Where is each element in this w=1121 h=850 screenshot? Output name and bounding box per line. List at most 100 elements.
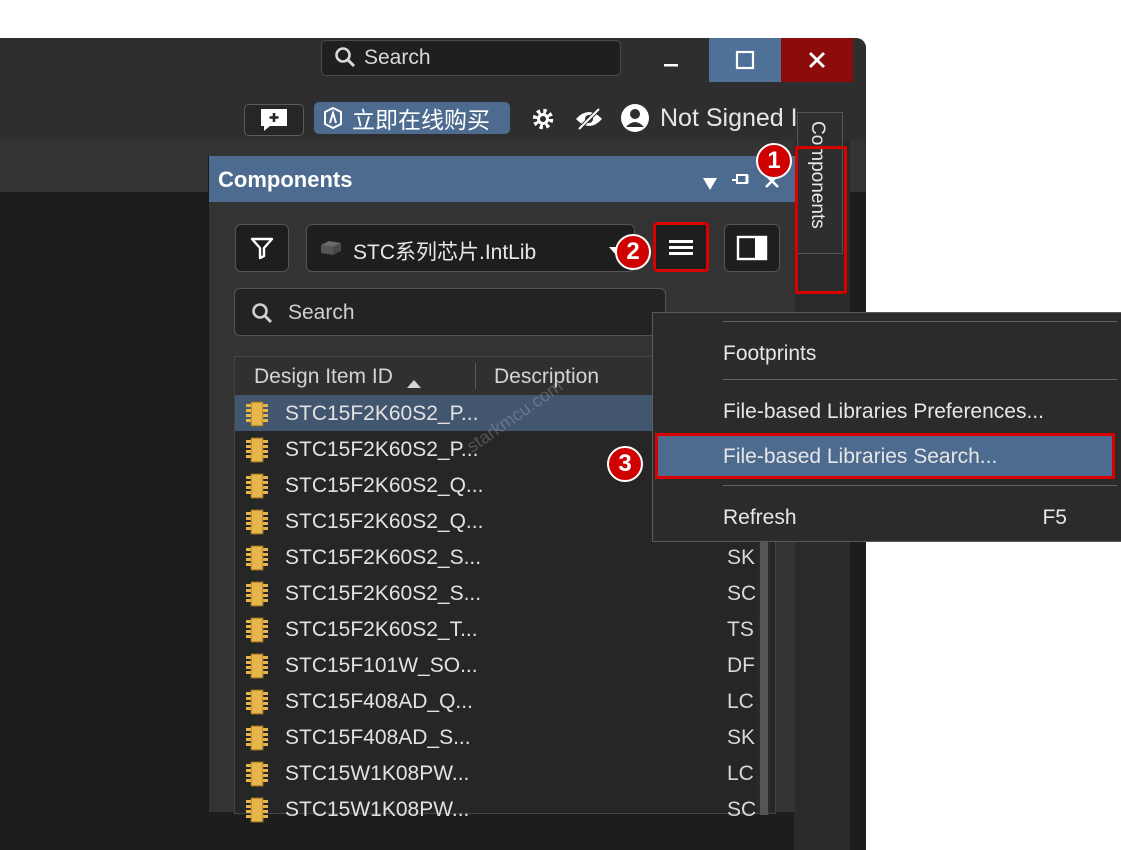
gear-icon <box>532 108 554 130</box>
menu-item-label: File-based Libraries Preferences... <box>723 400 1044 423</box>
description-cell: LC <box>727 762 754 785</box>
settings-button[interactable] <box>528 104 558 134</box>
design-item-id: STC15F2K60S2_S... <box>285 582 482 605</box>
chip-icon <box>243 725 271 757</box>
table-row[interactable]: STC15F408AD_S... SK <box>235 719 755 755</box>
menu-item-file-based-libraries-search[interactable]: File-based Libraries Search... <box>655 433 1115 479</box>
design-item-id: STC15F2K60S2_S... <box>285 546 482 569</box>
title-search-box[interactable]: Search <box>321 40 621 76</box>
library-icon <box>319 237 343 263</box>
visibility-off-icon <box>576 107 602 131</box>
close-icon <box>809 52 825 68</box>
chat-add-icon <box>261 109 287 131</box>
menu-item-label: Refresh <box>723 506 797 529</box>
chip-icon <box>243 617 271 649</box>
top-toolbar: 立即在线购买 Not Signed In <box>0 96 866 140</box>
design-item-id: STC15F2K60S2_T... <box>285 618 478 641</box>
close-window-button[interactable] <box>781 38 853 82</box>
chip-icon <box>243 545 271 577</box>
design-item-id: STC15W1K08PW... <box>285 762 470 785</box>
table-row[interactable]: STC15W1K08PW... LC <box>235 755 755 791</box>
user-icon <box>621 104 649 132</box>
chip-icon <box>243 581 271 613</box>
component-search-input[interactable]: Search <box>234 288 666 336</box>
column-header-design-item-id[interactable]: Design Item ID <box>254 365 393 389</box>
menu-item-file-based-libraries-preferences[interactable]: File-based Libraries Preferences... <box>653 391 1119 431</box>
design-item-id: STC15F2K60S2_Q... <box>285 510 484 533</box>
menu-item-shortcut: F5 <box>1042 506 1067 529</box>
operations-menu-button[interactable] <box>653 222 709 272</box>
step-badge-1: 1 <box>756 143 792 179</box>
chip-icon <box>243 797 271 829</box>
minimize-button[interactable] <box>635 38 707 82</box>
design-item-id: STC15F2K60S2_Q... <box>285 474 484 497</box>
split-panel-icon <box>736 235 768 261</box>
description-cell: SC <box>727 582 757 605</box>
chip-icon <box>243 437 271 469</box>
chip-icon <box>243 473 271 505</box>
library-name: STC系列芯片.IntLib <box>353 241 537 264</box>
feedback-button[interactable] <box>244 104 304 136</box>
table-row[interactable]: STC15F2K60S2_S... SK <box>235 539 755 575</box>
buy-online-label: 立即在线购买 <box>352 107 490 133</box>
design-item-id: STC15F2K60S2_P... <box>285 438 479 461</box>
description-cell: SK <box>727 726 756 749</box>
design-item-id: STC15F408AD_Q... <box>285 690 473 713</box>
step-badge-2: 2 <box>615 234 651 270</box>
table-row[interactable]: STC15F101W_SO... DF <box>235 647 755 683</box>
search-icon <box>251 302 273 330</box>
panel-header: Components <box>209 156 795 202</box>
sort-asc-icon <box>406 371 422 395</box>
user-label: Not Signed In <box>660 103 812 132</box>
panel-menu-button[interactable] <box>702 171 718 197</box>
table-row[interactable]: STC15F408AD_Q... LC <box>235 683 755 719</box>
menu-divider <box>723 379 1117 380</box>
pin-panel-button[interactable] <box>731 169 751 195</box>
description-cell: TS <box>727 618 754 641</box>
menu-divider <box>723 321 1117 322</box>
title-search-placeholder: Search <box>364 46 431 69</box>
menu-divider <box>723 485 1117 486</box>
triangle-down-icon <box>703 178 717 190</box>
column-divider[interactable] <box>475 363 476 389</box>
chip-icon <box>243 689 271 721</box>
menu-item-footprints[interactable]: Footprints <box>653 333 1119 373</box>
chip-icon <box>243 509 271 541</box>
pin-icon <box>732 174 749 184</box>
buy-online-button[interactable]: 立即在线购买 <box>314 102 510 134</box>
menu-item-label: File-based Libraries Search... <box>723 445 998 468</box>
table-row[interactable]: STC15F2K60S2_T... TS <box>235 611 755 647</box>
altium-logo-icon <box>324 106 342 130</box>
highlight-box-components-tab <box>795 146 847 294</box>
chip-icon <box>243 653 271 685</box>
filter-icon <box>250 237 274 260</box>
minimize-icon <box>664 64 678 67</box>
description-cell: SK <box>727 546 756 569</box>
toggle-details-button[interactable] <box>724 224 780 272</box>
design-item-id: STC15F408AD_S... <box>285 726 471 749</box>
notifications-toggle[interactable] <box>572 104 606 134</box>
search-icon <box>334 46 356 74</box>
filter-button[interactable] <box>235 224 289 272</box>
design-item-id: STC15W1K08PW... <box>285 798 470 821</box>
design-item-id: STC15F2K60S2_P... <box>285 402 479 425</box>
maximize-icon <box>735 50 755 70</box>
description-cell: LC <box>727 690 754 713</box>
menu-item-refresh[interactable]: Refresh F5 <box>653 497 1119 537</box>
description-cell: DF <box>727 654 755 677</box>
hamburger-menu-icon <box>669 240 693 255</box>
chip-icon <box>243 761 271 793</box>
design-item-id: STC15F101W_SO... <box>285 654 478 677</box>
description-cell: SC <box>727 798 757 821</box>
operations-dropdown-menu: Footprints File-based Libraries Preferen… <box>652 312 1121 542</box>
panel-title: Components <box>218 167 353 192</box>
scrollbar-thumb[interactable] <box>760 515 768 815</box>
library-selector[interactable]: STC系列芯片.IntLib <box>306 224 635 272</box>
component-search-placeholder: Search <box>288 301 355 324</box>
menu-item-label: Footprints <box>723 342 817 365</box>
maximize-button[interactable] <box>709 38 781 82</box>
chip-icon <box>243 401 271 433</box>
table-row[interactable]: STC15W1K08PW... SC <box>235 791 757 829</box>
table-row[interactable]: STC15F2K60S2_S... SC <box>235 575 757 613</box>
title-bar: Search <box>0 38 866 96</box>
